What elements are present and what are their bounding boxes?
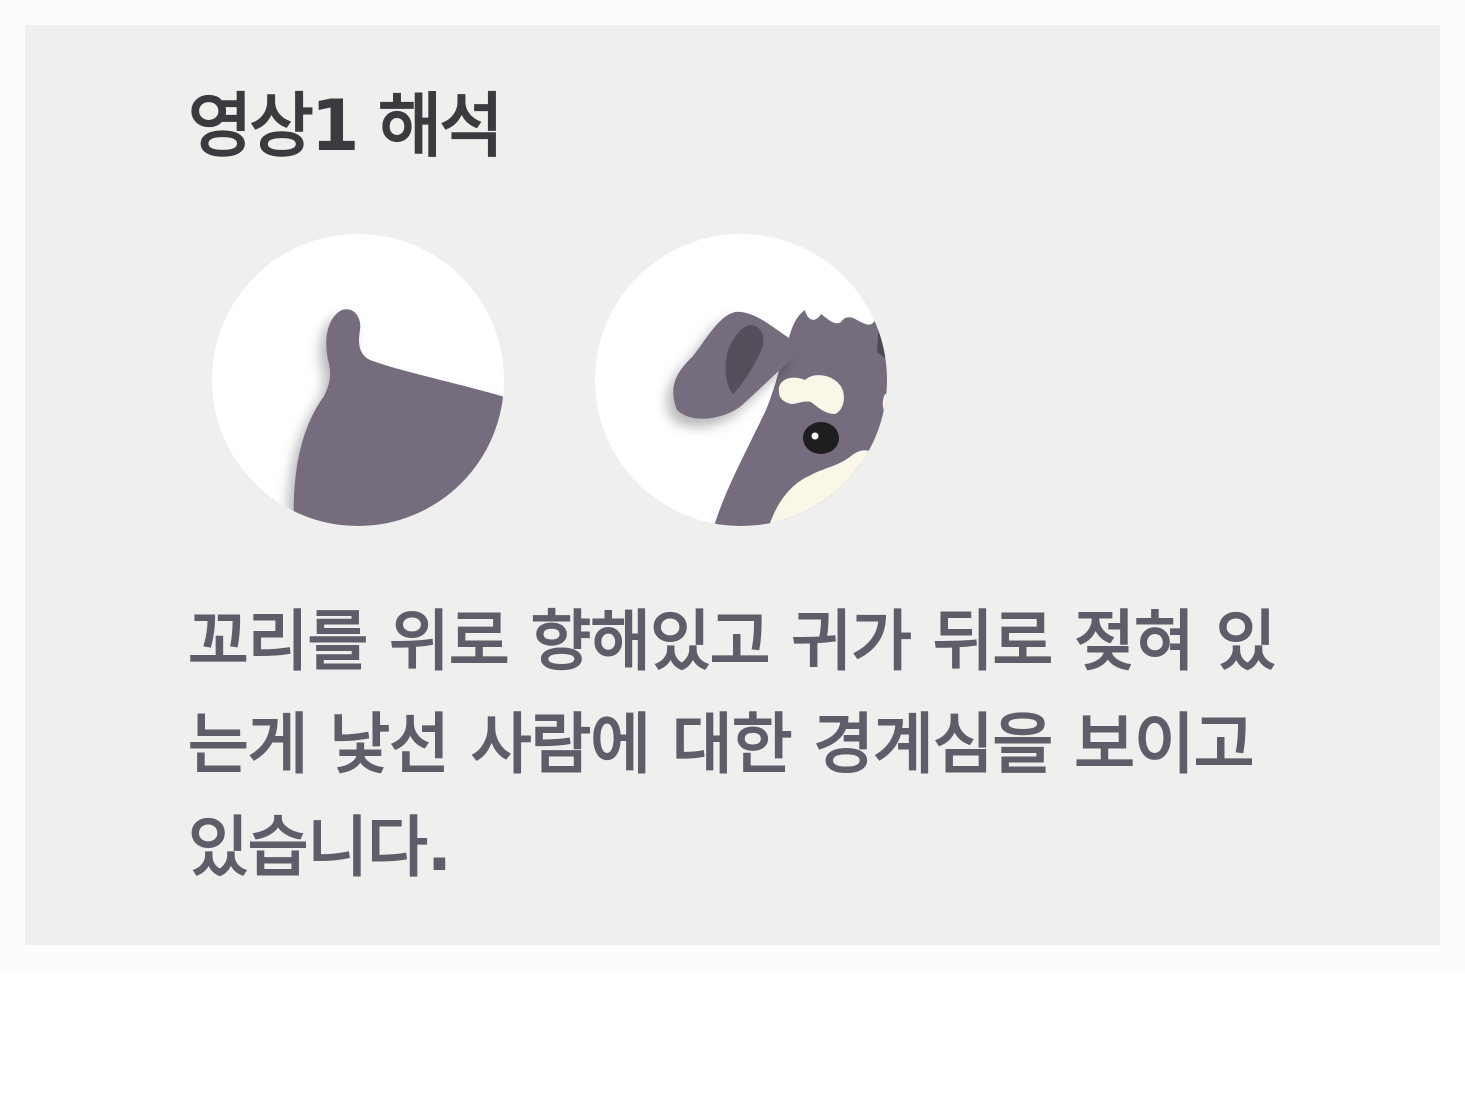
ear-illustration (595, 234, 887, 526)
tail-illustration (212, 234, 504, 526)
dog-ears-back-icon (673, 310, 887, 526)
page-frame: 영상1 해석 꼬리를 위로 향해있고 귀가 뒤로 젖혀 있는게 낯선 사람에 대… (0, 0, 1465, 972)
interpretation-text: 꼬리를 위로 향해있고 귀가 뒤로 젖혀 있는게 낯선 사람에 대한 경계심을 … (188, 603, 1276, 886)
dog-tail-raised-icon (293, 309, 504, 526)
page-title: 영상1 해석 (188, 85, 504, 167)
